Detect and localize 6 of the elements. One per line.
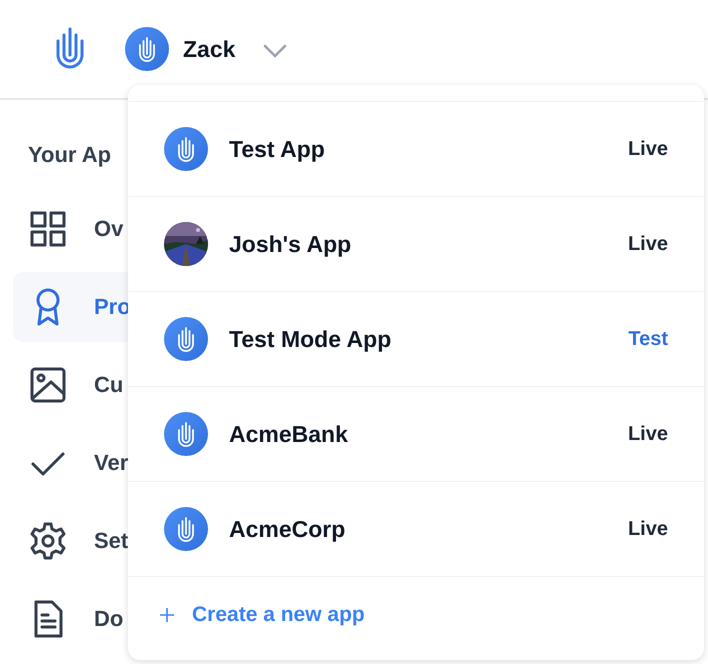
app-status: Live (628, 138, 668, 160)
app-status: Live (628, 422, 668, 446)
sidebar-title: Your Ap (27, 142, 112, 168)
app-status: Test (628, 328, 668, 350)
app-status: Live (628, 518, 668, 540)
app-status: Live (628, 232, 668, 256)
